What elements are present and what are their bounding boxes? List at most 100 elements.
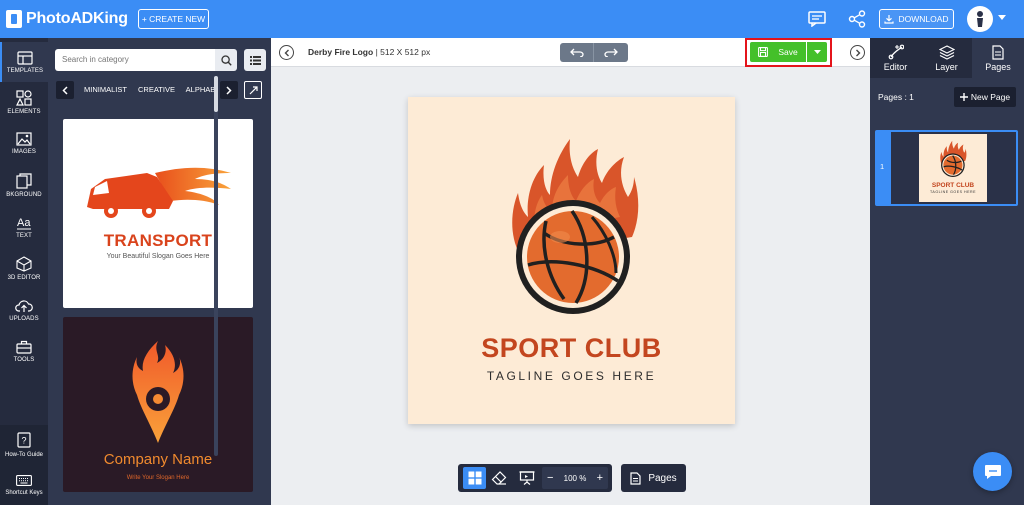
tab-layer-label: Layer (935, 62, 958, 72)
panel-scrollbar-thumb[interactable] (214, 76, 218, 112)
chevron-right-icon (855, 49, 860, 56)
rail-item-text[interactable]: Aa TEXT (0, 207, 48, 247)
elements-icon (16, 89, 32, 106)
templates-icon (17, 50, 33, 65)
chat-icon (984, 464, 1001, 479)
new-page-button[interactable]: New Page (954, 87, 1016, 107)
zoom-in-button[interactable]: + (597, 472, 603, 484)
rail-label: ELEMENTS (7, 108, 41, 115)
eraser-button[interactable] (488, 467, 510, 489)
user-icon (977, 11, 983, 27)
list-view-button[interactable] (244, 49, 266, 71)
rail-label: How-To Guide (4, 452, 43, 458)
category-minimalist[interactable]: MINIMALIST (84, 85, 127, 94)
plus-icon (959, 93, 968, 101)
rail-item-uploads[interactable]: UPLOADS (0, 290, 48, 330)
pages-button-label: Pages (648, 472, 677, 484)
share-icon[interactable] (848, 10, 866, 28)
expand-icon (249, 85, 258, 94)
category-next-button[interactable] (220, 81, 238, 99)
3d-editor-icon (16, 255, 32, 272)
rail-label: BKGROUND (6, 191, 42, 198)
create-new-button[interactable]: + CREATE NEW (138, 9, 209, 29)
page-thumbnail[interactable]: SPORT CLUB TAGLINE GOES HERE (919, 134, 987, 202)
panel-scrollbar-track[interactable] (214, 76, 218, 456)
how-to-guide-button[interactable]: ? How-To Guide (0, 425, 48, 465)
download-icon (884, 15, 895, 24)
page-icon (630, 471, 641, 485)
zoom-out-button[interactable]: − (547, 472, 553, 484)
account-dropdown-icon[interactable] (998, 15, 1006, 20)
tab-pages-label: Pages (985, 62, 1011, 72)
chat-support-button[interactable] (973, 452, 1012, 491)
category-strip: MINIMALIST CREATIVE ALPHABET (84, 81, 214, 99)
category-prev-button[interactable] (56, 81, 74, 99)
undo-button[interactable] (560, 43, 594, 62)
thumbnail-tagline: TAGLINE GOES HERE (930, 190, 976, 194)
app-logo[interactable]: PhotoADKing (6, 8, 128, 30)
pages-button[interactable]: Pages (621, 464, 686, 492)
undo-icon (569, 48, 584, 57)
rail-label: TEMPLATES (6, 67, 44, 74)
category-creative[interactable]: CREATIVE (138, 85, 175, 94)
present-button[interactable] (516, 467, 538, 489)
category-alphabet[interactable]: ALPHABET (186, 85, 214, 94)
guide-icon: ? (17, 432, 31, 448)
logo-text: PhotoADKing (26, 10, 128, 27)
artboard-tagline-text[interactable]: TAGLINE GOES HERE (408, 369, 735, 383)
document-title[interactable]: Derby Fire Logo | 512 X 512 px (308, 47, 430, 57)
template-card-company[interactable]: Company Name Write Your Slogan Here (63, 317, 253, 492)
rail-item-tools[interactable]: TOOLS (0, 331, 48, 371)
chevron-right-icon (226, 85, 232, 95)
grid-view-button[interactable] (463, 467, 486, 489)
tab-pages[interactable]: Pages (972, 38, 1024, 78)
tab-editor-label: Editor (883, 62, 908, 72)
editor-icon (888, 44, 904, 60)
save-button[interactable]: Save (750, 42, 806, 62)
tab-editor[interactable]: Editor (870, 38, 921, 78)
rail-item-images[interactable]: IMAGES (0, 123, 48, 163)
zoom-level[interactable]: 100 % (564, 474, 587, 483)
rail-item-3d-editor[interactable]: 3D EDITOR (0, 248, 48, 288)
page-thumbnail-number: 1 (880, 162, 885, 171)
artboard[interactable]: SPORT CLUB TAGLINE GOES HERE (408, 97, 735, 424)
rail-item-elements[interactable]: ELEMENTS (0, 82, 48, 122)
zoom-control: − 100 % + (542, 467, 608, 489)
save-label: Save (778, 47, 798, 57)
download-button[interactable]: DOWNLOAD (879, 9, 954, 29)
user-avatar[interactable] (967, 6, 993, 32)
rail-item-templates[interactable]: TEMPLATES (0, 42, 48, 82)
save-options-dropdown[interactable] (807, 42, 827, 62)
artboard-title-text[interactable]: SPORT CLUB (408, 333, 735, 364)
redo-button[interactable] (594, 43, 628, 62)
download-label: DOWNLOAD (898, 14, 949, 24)
feedback-icon[interactable] (808, 10, 826, 28)
collapse-right-panel-button[interactable] (850, 45, 865, 60)
list-icon (249, 55, 261, 65)
layer-icon (938, 44, 955, 60)
rail-label: TOOLS (13, 356, 35, 363)
chevron-left-icon (284, 49, 289, 56)
template-title: TRANSPORT (103, 231, 213, 250)
fire-pin-icon (132, 341, 184, 443)
text-icon: Aa (17, 217, 31, 229)
shortcut-keys-button[interactable]: Shortcut Keys (0, 465, 48, 505)
presentation-icon (519, 471, 535, 485)
document-name: Derby Fire Logo (308, 47, 374, 57)
rail-item-background[interactable]: BKGROUND (0, 165, 48, 205)
rail-label: TEXT (16, 232, 32, 239)
template-slogan: Your Beautiful Slogan Goes Here (106, 253, 210, 260)
search-input[interactable] (55, 49, 215, 71)
transport-truck-icon (87, 167, 231, 218)
category-expand-button[interactable] (244, 81, 262, 99)
thumbnail-title: SPORT CLUB (931, 182, 975, 189)
collapse-left-panel-button[interactable] (279, 45, 294, 60)
tab-layer[interactable]: Layer (921, 38, 972, 78)
background-icon (16, 172, 32, 189)
redo-icon (604, 48, 618, 57)
search-button[interactable] (215, 49, 237, 71)
rail-label: Shortcut Keys (5, 489, 43, 496)
chevron-left-icon (62, 85, 68, 95)
flaming-basketball-icon[interactable] (506, 137, 641, 327)
template-card-transport[interactable]: TRANSPORT Your Beautiful Slogan Goes Her… (63, 119, 253, 308)
